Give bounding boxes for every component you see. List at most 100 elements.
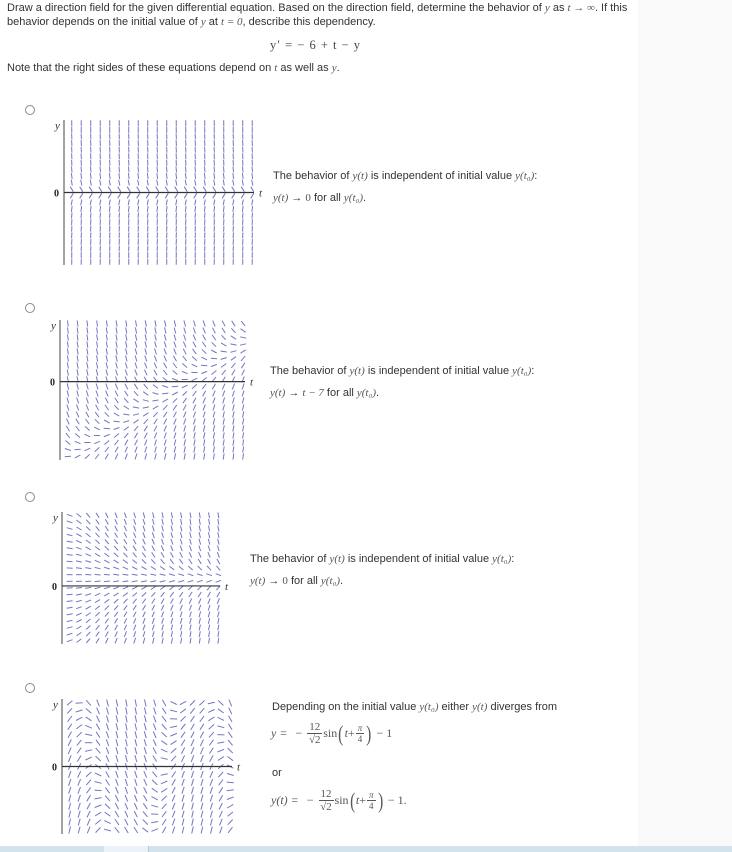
slope-segment (71, 166, 73, 173)
slope-segment (222, 390, 226, 397)
slope-segment (75, 702, 83, 704)
slope-segment (159, 580, 166, 583)
slope-segment (66, 554, 73, 556)
slope-segment (209, 810, 213, 818)
slope-segment (123, 605, 128, 611)
scrollbar-thumb[interactable] (104, 846, 148, 852)
slope-segment (124, 802, 129, 810)
slope-segment (114, 818, 120, 826)
slope-segment (166, 212, 168, 219)
slope-segment (65, 425, 70, 432)
slope-segment (77, 770, 82, 778)
slope-segment (85, 612, 91, 617)
slope-segment (133, 432, 139, 439)
slope-segment (222, 439, 225, 446)
slope-segment (187, 579, 194, 583)
slope-segment (86, 362, 89, 369)
slope-segment (131, 586, 138, 590)
slope-segment (181, 755, 186, 763)
question-text-as: as (549, 2, 568, 14)
slope-segment (188, 591, 193, 598)
slope-segment (208, 525, 211, 532)
slope-segment (203, 199, 206, 206)
slope-segment (172, 404, 178, 411)
slope-segment (104, 820, 111, 825)
slope-segment (242, 212, 244, 219)
slope-segment (166, 166, 168, 173)
slope-segment (232, 425, 235, 432)
slope-segment (159, 585, 166, 591)
slope-segment (222, 199, 225, 206)
slope-segment (104, 525, 109, 532)
option-d-radio[interactable] (25, 683, 35, 693)
slope-segment (143, 707, 147, 715)
slope-segment (189, 624, 192, 631)
slope-segment (67, 715, 73, 723)
t-equals-zero: t = 0 (221, 15, 243, 28)
slope-segment (127, 173, 130, 180)
slope-segment (161, 723, 167, 730)
slope-segment (163, 355, 168, 362)
slope-segment (66, 547, 73, 550)
slope-segment (66, 606, 73, 609)
origin-label: 0 (52, 763, 57, 774)
slope-segment (239, 343, 247, 346)
slope-segment (137, 199, 140, 206)
slope-segment (94, 599, 101, 604)
bottom-scrollbar[interactable] (0, 846, 732, 852)
slope-segment (123, 420, 130, 423)
slope-segment (232, 453, 235, 460)
slope-segment (127, 199, 130, 206)
slope-segment (240, 362, 246, 369)
slope-segment (131, 580, 138, 583)
arrow: → (285, 387, 303, 399)
slope-segment (163, 425, 167, 432)
slope-segment (132, 604, 137, 611)
slope-segment (85, 638, 91, 644)
slope-segment (125, 327, 128, 334)
slope-segment (198, 617, 201, 624)
slope-segment (171, 779, 176, 786)
slope-segment (140, 573, 148, 576)
slope-segment (227, 731, 233, 738)
slope-segment (175, 166, 177, 173)
slope-segment (85, 599, 92, 603)
slope-segment (94, 418, 100, 425)
option-b-radio[interactable] (25, 303, 35, 313)
slope-segment (206, 565, 212, 571)
slope-segment (230, 356, 237, 361)
slope-segment (136, 186, 141, 192)
slope-segment (108, 179, 111, 186)
slope-segment (105, 739, 110, 747)
option-c-radio[interactable] (25, 492, 35, 502)
slope-segment (193, 193, 198, 199)
slope-segment (178, 573, 185, 576)
slope-segment (191, 826, 194, 834)
slope-segment (104, 552, 110, 558)
slope-segment (151, 779, 158, 786)
slope-segment (96, 341, 99, 348)
slope-segment (183, 320, 187, 327)
slope-segment (136, 193, 141, 199)
slope-segment (151, 821, 159, 824)
slope-segment (143, 418, 149, 425)
option-a-radio[interactable] (25, 105, 35, 115)
slope-segment (122, 592, 129, 597)
slope-segment (113, 412, 120, 417)
slope-segment (180, 512, 183, 519)
text: : (534, 170, 538, 182)
slope-segment (169, 709, 178, 713)
slope-segment (74, 433, 81, 438)
slope-segment (227, 811, 234, 817)
t-axis-label: t (259, 188, 263, 200)
y-axis-label: y (54, 120, 60, 132)
slope-segment (76, 341, 79, 348)
slope-segment (198, 611, 202, 618)
slope-segment (192, 411, 196, 418)
slope-segment (95, 618, 100, 624)
slope-segment (209, 794, 214, 802)
slope-segment (94, 804, 102, 808)
slope-segment (66, 404, 70, 411)
slope-segment (180, 723, 186, 730)
slope-segment (115, 731, 119, 739)
